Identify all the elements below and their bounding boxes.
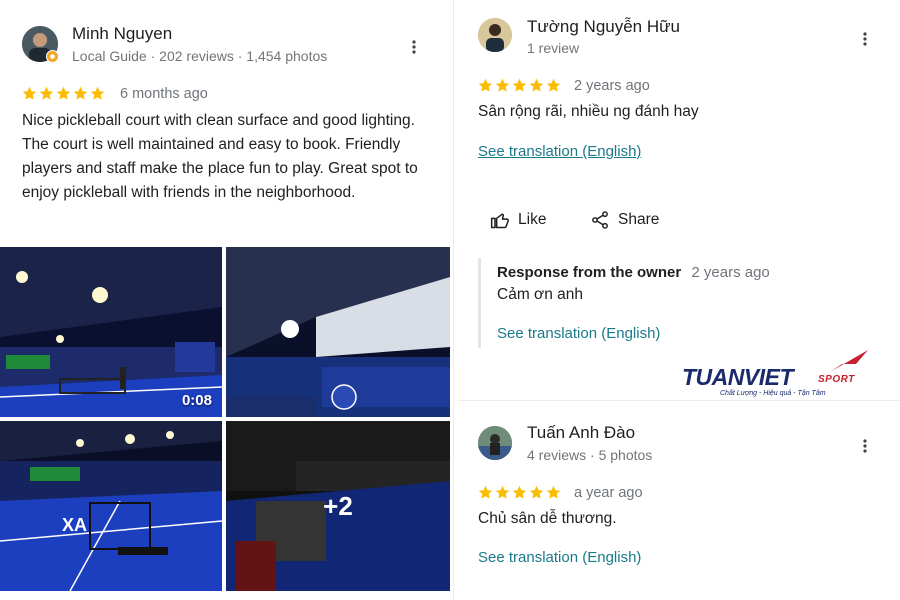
review-video-thumbnail[interactable]: 0:08 [0,247,222,417]
owner-response-title: Response from the owner 2 years ago [497,264,770,281]
logo-tagline: Chất Lượng - Hiệu quả - Tận Tâm [720,390,826,397]
reviewer-avatar[interactable] [478,426,512,460]
review-text: Chủ sân dễ thương. [478,510,617,527]
reviewer-avatar[interactable] [478,18,512,52]
review-divider [458,400,900,401]
share-icon [592,211,608,229]
star-icon [529,485,544,499]
review-time: 6 months ago [120,86,208,102]
star-icon [495,78,510,92]
star-rating [478,485,561,500]
like-label: Like [518,211,547,228]
star-icon [512,78,527,92]
logo-swoosh-icon [830,350,868,372]
court-lighting-photo-icon [226,247,450,417]
panel-divider [453,0,454,600]
kebab-icon [412,40,416,54]
thumbs-up-icon [490,213,509,229]
star-icon [478,485,493,499]
star-icon [39,86,54,100]
kebab-icon [863,32,867,46]
logo-sport-text: SPORT [818,374,855,385]
star-icon [546,78,561,92]
owner-response-text: Cảm ơn anh [497,286,583,303]
reviewer-name[interactable]: Tuấn Anh Đào [527,423,635,443]
share-button[interactable]: Share [590,210,659,230]
players-on-court-photo-icon: XA [0,421,222,591]
local-guide-badge-icon [46,50,59,63]
review-time: 2 years ago [574,78,650,94]
see-translation-link[interactable]: See translation (English) [478,143,641,160]
more-options-button[interactable] [856,27,874,51]
share-label: Share [618,211,660,228]
owner-response-indicator [478,258,481,348]
review-photo-3[interactable]: XA [0,421,222,591]
star-icon [546,485,561,499]
star-icon [90,86,105,100]
star-rating [22,86,105,101]
review-text: Nice pickleball court with clean surface… [22,112,418,201]
star-icon [529,78,544,92]
reviewer-meta: Local Guide · 202 reviews · 1,454 photos [72,48,328,64]
reviewer-meta: 4 reviews · 5 photos [527,447,653,463]
owner-see-translation-link[interactable]: See translation (English) [497,325,660,342]
avatar-photo-icon [478,426,512,460]
star-icon [56,86,71,100]
avatar-photo-icon [478,18,512,52]
more-options-button[interactable] [856,434,874,458]
review-text: Sân rộng rãi, nhiều ng đánh hay [478,103,699,120]
see-translation-link[interactable]: See translation (English) [478,549,641,566]
owner-response-label: Response from the owner [497,264,682,281]
star-icon [495,485,510,499]
svg-text:XA: XA [62,515,87,535]
kebab-icon [863,439,867,453]
reviewer-name[interactable]: Minh Nguyen [72,24,172,44]
video-duration: 0:08 [181,392,212,409]
review-time: a year ago [574,485,643,501]
more-options-button[interactable] [405,35,423,59]
more-photos-count: +2 [226,421,450,591]
review-photo-2[interactable] [226,247,450,417]
star-icon [478,78,493,92]
star-rating [478,78,561,93]
logo-main-text: TUANVIET [682,364,794,390]
reviewer-name[interactable]: Tường Nguyễn Hữu [527,17,680,37]
review-card-minh-nguyen: Minh Nguyen Local Guide · 202 reviews · … [0,0,450,600]
star-icon [22,86,37,100]
review-photo-more[interactable]: +2 [226,421,450,591]
star-icon [512,485,527,499]
reviewer-meta: 1 review [527,40,580,56]
star-icon [73,86,88,100]
like-button[interactable]: Like [490,210,546,230]
tuanviet-sport-logo: TUANVIET SPORT Chất Lượng - Hiệu quả - T… [682,350,882,402]
right-reviews-column: Tường Nguyễn Hữu 1 review 2 years ago Sâ… [458,0,900,600]
owner-response-time: 2 years ago [691,264,770,281]
